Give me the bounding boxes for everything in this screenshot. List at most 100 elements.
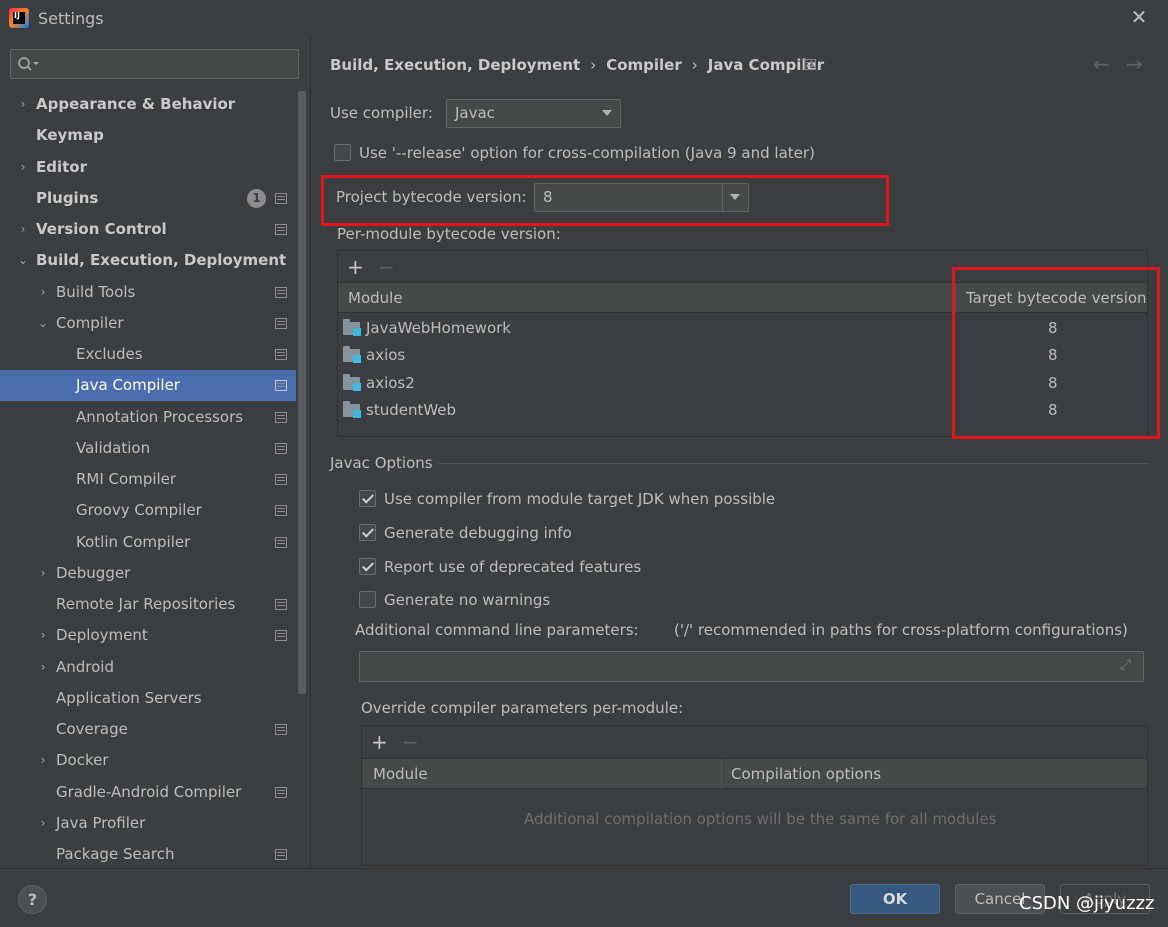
column-header[interactable]: Module <box>348 283 403 313</box>
javac-options-title: Javac Options <box>330 454 433 472</box>
sidebar-item-rmi-compiler[interactable]: RMI Compiler <box>0 464 296 495</box>
plugins-update-badge: 1 <box>247 189 266 208</box>
forward-arrow-icon[interactable]: → <box>1126 52 1143 76</box>
column-header[interactable]: Compilation options <box>731 759 881 789</box>
sidebar-item-plugins[interactable]: Plugins 1 <box>0 183 296 214</box>
deprecation-checkbox[interactable] <box>359 558 376 575</box>
sidebar-item-java-profiler[interactable]: › Java Profiler <box>0 808 296 839</box>
sidebar-item-build-tools[interactable]: › Build Tools <box>0 277 296 308</box>
ok-button[interactable]: OK <box>850 884 940 914</box>
chevron-down-icon[interactable]: ⌄ <box>37 308 49 339</box>
chevron-right-icon[interactable]: › <box>17 214 29 245</box>
chevron-right-icon[interactable]: › <box>37 652 49 683</box>
use-compiler-label: Use compiler: <box>330 104 433 122</box>
sidebar-item-label: Compiler <box>56 314 124 332</box>
sidebar-item-package-search[interactable]: Package Search <box>0 839 296 870</box>
chevron-right-icon[interactable]: › <box>37 745 49 776</box>
sidebar-item-deployment[interactable]: › Deployment <box>0 620 296 651</box>
breadcrumb-separator: › <box>691 56 698 74</box>
sidebar-item-coverage[interactable]: Coverage <box>0 714 296 745</box>
project-settings-icon <box>275 787 287 798</box>
no-warnings-checkbox[interactable] <box>359 591 376 608</box>
release-option-checkbox[interactable] <box>334 144 351 161</box>
chevron-right-icon[interactable]: › <box>37 277 49 308</box>
sidebar-item-label: Appearance & Behavior <box>36 95 236 113</box>
use-module-jdk-checkbox[interactable] <box>359 490 376 507</box>
sidebar-item-label: Coverage <box>56 720 128 738</box>
module-folder-icon <box>343 374 361 391</box>
chevron-right-icon[interactable]: › <box>37 808 49 839</box>
sidebar-item-label: Excludes <box>76 345 143 363</box>
back-arrow-icon[interactable]: ← <box>1093 52 1110 76</box>
sidebar-item-android[interactable]: › Android <box>0 652 296 683</box>
sidebar-item-kotlin-compiler[interactable]: Kotlin Compiler <box>0 527 296 558</box>
sidebar-item-label: RMI Compiler <box>76 470 177 488</box>
debug-info-checkbox[interactable] <box>359 524 376 541</box>
sidebar-item-groovy-compiler[interactable]: Groovy Compiler <box>0 495 296 526</box>
module-name: JavaWebHomework <box>366 319 511 337</box>
search-input[interactable] <box>45 53 295 75</box>
sidebar-item-annotation-processors[interactable]: Annotation Processors <box>0 402 296 433</box>
highlight-annotation <box>952 267 1160 439</box>
sidebar-item-application-servers[interactable]: Application Servers <box>0 683 296 714</box>
search-box[interactable] <box>10 49 299 79</box>
column-divider[interactable] <box>721 759 722 789</box>
sidebar-item-appearance-behavior[interactable]: › Appearance & Behavior <box>0 89 296 120</box>
chevron-right-icon[interactable]: › <box>17 152 29 183</box>
title-bar: IJ Settings ✕ <box>0 0 1168 36</box>
sidebar-item-java-compiler[interactable]: Java Compiler <box>0 370 296 401</box>
sidebar-item-label: Docker <box>56 751 109 769</box>
project-settings-icon <box>275 287 287 298</box>
deprecation-label: Report use of deprecated features <box>384 558 642 576</box>
close-icon[interactable]: ✕ <box>1128 6 1150 28</box>
table-header: Module Compilation options <box>362 758 1147 789</box>
chevron-right-icon[interactable]: › <box>37 620 49 651</box>
sidebar-item-label: Java Profiler <box>56 814 146 832</box>
sidebar-item-excludes[interactable]: Excludes <box>0 339 296 370</box>
sidebar-item-label: Editor <box>36 158 87 176</box>
expand-icon[interactable]: ⤢ <box>1120 657 1131 673</box>
sidebar-item-label: Java Compiler <box>76 376 180 394</box>
sidebar-scrollbar[interactable] <box>298 91 306 694</box>
debug-info-label: Generate debugging info <box>384 524 572 542</box>
chevron-down-icon[interactable]: ⌄ <box>17 245 29 276</box>
sidebar-item-label: Debugger <box>56 564 131 582</box>
intellij-app-icon: IJ <box>9 8 29 28</box>
sidebar-item-debugger[interactable]: › Debugger <box>0 558 296 589</box>
sidebar-item-label: Gradle-Android Compiler <box>56 783 242 801</box>
help-button[interactable]: ? <box>18 885 47 914</box>
breadcrumb-separator: › <box>590 56 597 74</box>
sidebar-item-version-control[interactable]: › Version Control <box>0 214 296 245</box>
sidebar-item-remote-jar-repositories[interactable]: Remote Jar Repositories <box>0 589 296 620</box>
module-folder-icon <box>343 346 361 363</box>
sidebar-item-keymap[interactable]: Keymap <box>0 120 296 151</box>
column-header[interactable]: Module <box>373 759 428 789</box>
remove-icon[interactable]: − <box>402 732 419 752</box>
breadcrumb-part: Build, Execution, Deployment <box>330 56 581 74</box>
chevron-right-icon[interactable]: › <box>37 558 49 589</box>
sidebar-item-editor[interactable]: › Editor <box>0 152 296 183</box>
sidebar-item-compiler[interactable]: ⌄ Compiler <box>0 308 296 339</box>
module-name: axios <box>366 346 406 364</box>
remove-icon[interactable]: − <box>378 257 395 277</box>
settings-sidebar: › Appearance & Behavior Keymap › Editor … <box>0 36 310 868</box>
sidebar-item-label: Plugins <box>36 189 99 207</box>
no-warnings-label: Generate no warnings <box>384 591 551 609</box>
sidebar-item-gradle-android-compiler[interactable]: Gradle-Android Compiler <box>0 777 296 808</box>
module-name: axios2 <box>366 374 415 392</box>
compiler-select[interactable]: Javac <box>446 99 621 128</box>
override-label: Override compiler parameters per-module: <box>361 699 684 717</box>
sidebar-item-label: Application Servers <box>56 689 202 707</box>
sidebar-item-docker[interactable]: › Docker <box>0 745 296 776</box>
breadcrumb-part: Compiler <box>606 56 682 74</box>
sidebar-item-label: Remote Jar Repositories <box>56 595 236 613</box>
add-icon[interactable]: + <box>371 732 388 752</box>
chevron-right-icon[interactable]: › <box>17 89 29 120</box>
add-icon[interactable]: + <box>347 257 364 277</box>
sidebar-item-build-execution-deployment[interactable]: ⌄ Build, Execution, Deployment <box>0 245 296 276</box>
module-name: studentWeb <box>366 401 457 419</box>
cmdline-input[interactable]: ⤢ <box>359 651 1144 682</box>
panel-divider[interactable] <box>310 36 311 868</box>
sidebar-item-validation[interactable]: Validation <box>0 433 296 464</box>
watermark: CSDN @jiyuzzz <box>1019 893 1155 914</box>
